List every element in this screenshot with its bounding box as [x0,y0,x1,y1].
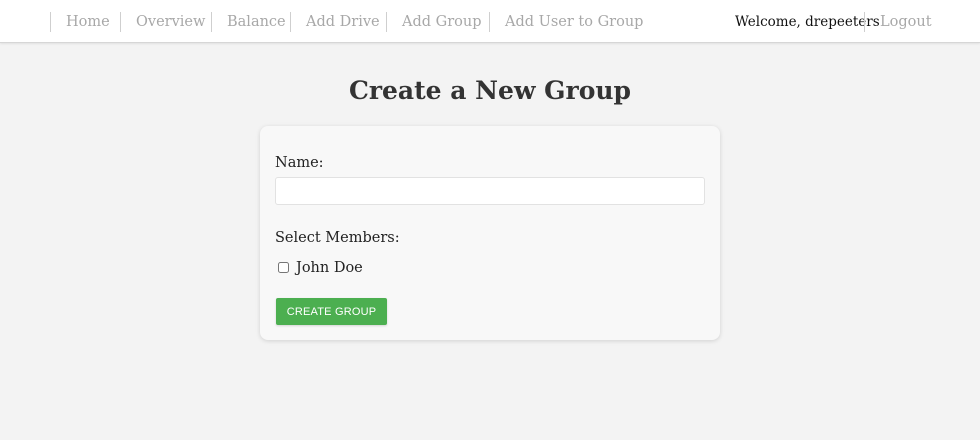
nav-link-add-user-to-group[interactable]: Add User to Group [489,12,643,32]
nav-link-home[interactable]: Home [50,12,110,32]
member-name: John Doe [296,260,363,276]
nav-link-balance[interactable]: Balance [211,12,286,32]
name-label: Name: [275,155,324,171]
select-members-label: Select Members: [275,230,400,246]
logout-label: Logout [880,14,932,30]
nav-link-label: Balance [227,14,286,30]
top-navbar: Home Overview Balance Add Drive Add Grou… [0,0,980,43]
page-title: Create a New Group [348,76,632,105]
group-name-input[interactable] [275,177,705,205]
nav-link-label: Add Drive [306,14,380,30]
nav-link-add-group[interactable]: Add Group [386,12,482,32]
create-group-form: Name: Select Members: John Doe CREATE GR… [260,126,720,340]
nav-link-add-drive[interactable]: Add Drive [290,12,380,32]
logout-link[interactable]: Logout [864,12,932,32]
welcome-message: Welcome, drepeeters [735,14,880,30]
nav-link-label: Home [66,14,110,30]
nav-link-label: Overview [136,14,206,30]
nav-link-label: Add Group [402,14,482,30]
member-checkbox[interactable] [278,262,289,273]
nav-link-label: Add User to Group [505,14,644,30]
nav-link-overview[interactable]: Overview [120,12,205,32]
create-group-button[interactable]: CREATE GROUP [276,298,387,325]
